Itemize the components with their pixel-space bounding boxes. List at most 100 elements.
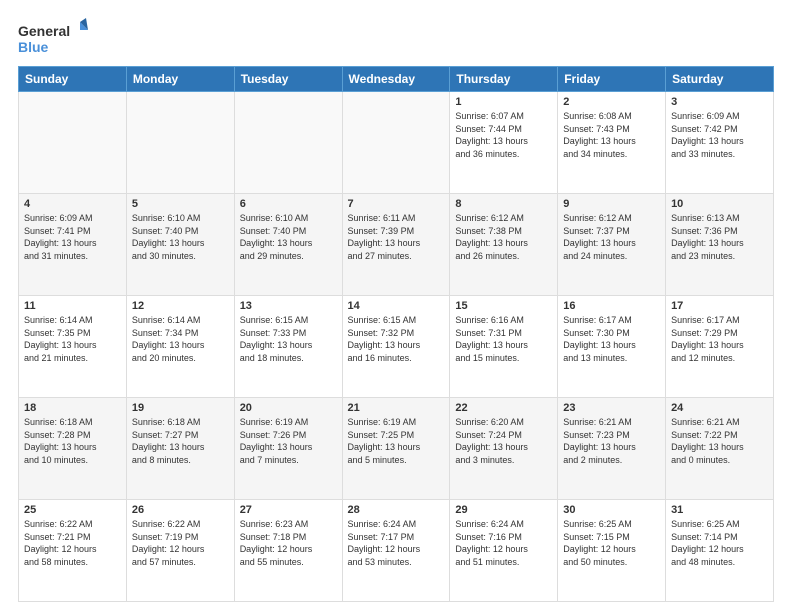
day-info: Sunrise: 6:15 AM Sunset: 7:32 PM Dayligh… xyxy=(348,314,445,364)
header: General Blue xyxy=(18,18,774,58)
day-number: 25 xyxy=(24,504,121,516)
calendar-body: 1Sunrise: 6:07 AM Sunset: 7:44 PM Daylig… xyxy=(19,92,774,602)
day-number: 10 xyxy=(671,198,768,210)
calendar-cell: 24Sunrise: 6:21 AM Sunset: 7:22 PM Dayli… xyxy=(666,398,774,500)
calendar-cell xyxy=(126,92,234,194)
day-info: Sunrise: 6:12 AM Sunset: 7:37 PM Dayligh… xyxy=(563,212,660,262)
logo-svg: General Blue xyxy=(18,18,88,58)
calendar-header: SundayMondayTuesdayWednesdayThursdayFrid… xyxy=(19,67,774,92)
day-info: Sunrise: 6:12 AM Sunset: 7:38 PM Dayligh… xyxy=(455,212,552,262)
day-number: 1 xyxy=(455,96,552,108)
calendar-week-0: 1Sunrise: 6:07 AM Sunset: 7:44 PM Daylig… xyxy=(19,92,774,194)
day-number: 15 xyxy=(455,300,552,312)
calendar-cell: 26 Sunrise: 6:22 AM Sunset: 7:19 PM Dayli… xyxy=(126,500,234,602)
calendar-cell: 31 Sunrise: 6:25 AM Sunset: 7:14 PM Dayli… xyxy=(666,500,774,602)
weekday-header-thursday: Thursday xyxy=(450,67,558,92)
calendar-cell: 22 Sunrise: 6:20 AM Sunset: 7:24 PM Dayli… xyxy=(450,398,558,500)
day-number: 30 xyxy=(563,504,660,516)
day-info: Sunrise: 6:17 AM Sunset: 7:29 PM Dayligh… xyxy=(671,314,768,364)
calendar-cell xyxy=(19,92,127,194)
calendar-cell: 15 Sunrise: 6:16 AM Sunset: 7:31 PM Dayli… xyxy=(450,296,558,398)
day-info: Sunrise: 6:20 AM Sunset: 7:24 PM Dayligh… xyxy=(455,416,552,466)
calendar-cell: 11 Sunrise: 6:14 AM Sunset: 7:35 PM Dayli… xyxy=(19,296,127,398)
day-info: Sunrise: 6:13 AM Sunset: 7:36 PM Dayligh… xyxy=(671,212,768,262)
weekday-header-monday: Monday xyxy=(126,67,234,92)
day-number: 7 xyxy=(348,198,445,210)
calendar-week-1: 4 Sunrise: 6:09 AM Sunset: 7:41 PM Daylig… xyxy=(19,194,774,296)
day-info: Sunrise: 6:14 AM Sunset: 7:35 PM Dayligh… xyxy=(24,314,121,364)
calendar-cell: 30 Sunrise: 6:25 AM Sunset: 7:15 PM Dayli… xyxy=(558,500,666,602)
calendar-cell xyxy=(234,92,342,194)
calendar-cell: 5 Sunrise: 6:10 AM Sunset: 7:40 PM Daylig… xyxy=(126,194,234,296)
day-number: 16 xyxy=(563,300,660,312)
day-number: 31 xyxy=(671,504,768,516)
day-info: Sunrise: 6:22 AM Sunset: 7:21 PM Dayligh… xyxy=(24,518,121,568)
calendar-cell: 21 Sunrise: 6:19 AM Sunset: 7:25 PM Dayli… xyxy=(342,398,450,500)
day-number: 28 xyxy=(348,504,445,516)
calendar-cell: 25 Sunrise: 6:22 AM Sunset: 7:21 PM Dayli… xyxy=(19,500,127,602)
day-info: Sunrise: 6:10 AM Sunset: 7:40 PM Dayligh… xyxy=(240,212,337,262)
day-info: Sunrise: 6:19 AM Sunset: 7:25 PM Dayligh… xyxy=(348,416,445,466)
day-info: Sunrise: 6:09 AM Sunset: 7:41 PM Dayligh… xyxy=(24,212,121,262)
day-number: 29 xyxy=(455,504,552,516)
day-info: Sunrise: 6:16 AM Sunset: 7:31 PM Dayligh… xyxy=(455,314,552,364)
calendar-cell: 3 Sunrise: 6:09 AM Sunset: 7:42 PM Daylig… xyxy=(666,92,774,194)
day-number: 9 xyxy=(563,198,660,210)
calendar-cell: 20 Sunrise: 6:19 AM Sunset: 7:26 PM Dayli… xyxy=(234,398,342,500)
calendar-cell: 2Sunrise: 6:08 AM Sunset: 7:43 PM Daylig… xyxy=(558,92,666,194)
calendar-cell: 23 Sunrise: 6:21 AM Sunset: 7:23 PM Dayli… xyxy=(558,398,666,500)
day-info: Sunrise: 6:25 AM Sunset: 7:15 PM Dayligh… xyxy=(563,518,660,568)
day-number: 14 xyxy=(348,300,445,312)
day-number: 17 xyxy=(671,300,768,312)
day-info: Sunrise: 6:19 AM Sunset: 7:26 PM Dayligh… xyxy=(240,416,337,466)
day-number: 5 xyxy=(132,198,229,210)
calendar-cell: 7Sunrise: 6:11 AM Sunset: 7:39 PM Daylig… xyxy=(342,194,450,296)
day-info: Sunrise: 6:22 AM Sunset: 7:19 PM Dayligh… xyxy=(132,518,229,568)
weekday-header-wednesday: Wednesday xyxy=(342,67,450,92)
day-number: 24 xyxy=(671,402,768,414)
day-info: Sunrise: 6:23 AM Sunset: 7:18 PM Dayligh… xyxy=(240,518,337,568)
day-info: Sunrise: 6:25 AM Sunset: 7:14 PM Dayligh… xyxy=(671,518,768,568)
calendar-cell: 1Sunrise: 6:07 AM Sunset: 7:44 PM Daylig… xyxy=(450,92,558,194)
calendar-cell: 16Sunrise: 6:17 AM Sunset: 7:30 PM Dayli… xyxy=(558,296,666,398)
logo: General Blue xyxy=(18,18,88,58)
calendar-week-4: 25 Sunrise: 6:22 AM Sunset: 7:21 PM Dayli… xyxy=(19,500,774,602)
calendar-cell: 6 Sunrise: 6:10 AM Sunset: 7:40 PM Daylig… xyxy=(234,194,342,296)
day-info: Sunrise: 6:09 AM Sunset: 7:42 PM Dayligh… xyxy=(671,110,768,160)
day-number: 6 xyxy=(240,198,337,210)
page: General Blue SundayMondayTuesdayWednesda… xyxy=(0,0,792,612)
day-info: Sunrise: 6:15 AM Sunset: 7:33 PM Dayligh… xyxy=(240,314,337,364)
calendar-cell: 9 Sunrise: 6:12 AM Sunset: 7:37 PM Daylig… xyxy=(558,194,666,296)
weekday-header-sunday: Sunday xyxy=(19,67,127,92)
calendar-cell: 29 Sunrise: 6:24 AM Sunset: 7:16 PM Dayli… xyxy=(450,500,558,602)
calendar-cell: 8 Sunrise: 6:12 AM Sunset: 7:38 PM Daylig… xyxy=(450,194,558,296)
day-number: 4 xyxy=(24,198,121,210)
weekday-header-friday: Friday xyxy=(558,67,666,92)
day-info: Sunrise: 6:21 AM Sunset: 7:23 PM Dayligh… xyxy=(563,416,660,466)
calendar-table: SundayMondayTuesdayWednesdayThursdayFrid… xyxy=(18,66,774,602)
day-number: 21 xyxy=(348,402,445,414)
day-info: Sunrise: 6:18 AM Sunset: 7:27 PM Dayligh… xyxy=(132,416,229,466)
day-number: 3 xyxy=(671,96,768,108)
calendar-cell: 13Sunrise: 6:15 AM Sunset: 7:33 PM Dayli… xyxy=(234,296,342,398)
calendar-cell: 12Sunrise: 6:14 AM Sunset: 7:34 PM Dayli… xyxy=(126,296,234,398)
calendar-cell xyxy=(342,92,450,194)
day-number: 23 xyxy=(563,402,660,414)
calendar-cell: 18Sunrise: 6:18 AM Sunset: 7:28 PM Dayli… xyxy=(19,398,127,500)
day-number: 8 xyxy=(455,198,552,210)
day-number: 26 xyxy=(132,504,229,516)
day-number: 22 xyxy=(455,402,552,414)
day-number: 2 xyxy=(563,96,660,108)
day-number: 11 xyxy=(24,300,121,312)
day-number: 20 xyxy=(240,402,337,414)
calendar-week-3: 18Sunrise: 6:18 AM Sunset: 7:28 PM Dayli… xyxy=(19,398,774,500)
svg-text:Blue: Blue xyxy=(18,39,49,55)
svg-text:General: General xyxy=(18,23,70,39)
day-info: Sunrise: 6:14 AM Sunset: 7:34 PM Dayligh… xyxy=(132,314,229,364)
day-info: Sunrise: 6:10 AM Sunset: 7:40 PM Dayligh… xyxy=(132,212,229,262)
calendar-cell: 4 Sunrise: 6:09 AM Sunset: 7:41 PM Daylig… xyxy=(19,194,127,296)
day-number: 27 xyxy=(240,504,337,516)
day-number: 19 xyxy=(132,402,229,414)
calendar-cell: 28Sunrise: 6:24 AM Sunset: 7:17 PM Dayli… xyxy=(342,500,450,602)
day-info: Sunrise: 6:24 AM Sunset: 7:16 PM Dayligh… xyxy=(455,518,552,568)
